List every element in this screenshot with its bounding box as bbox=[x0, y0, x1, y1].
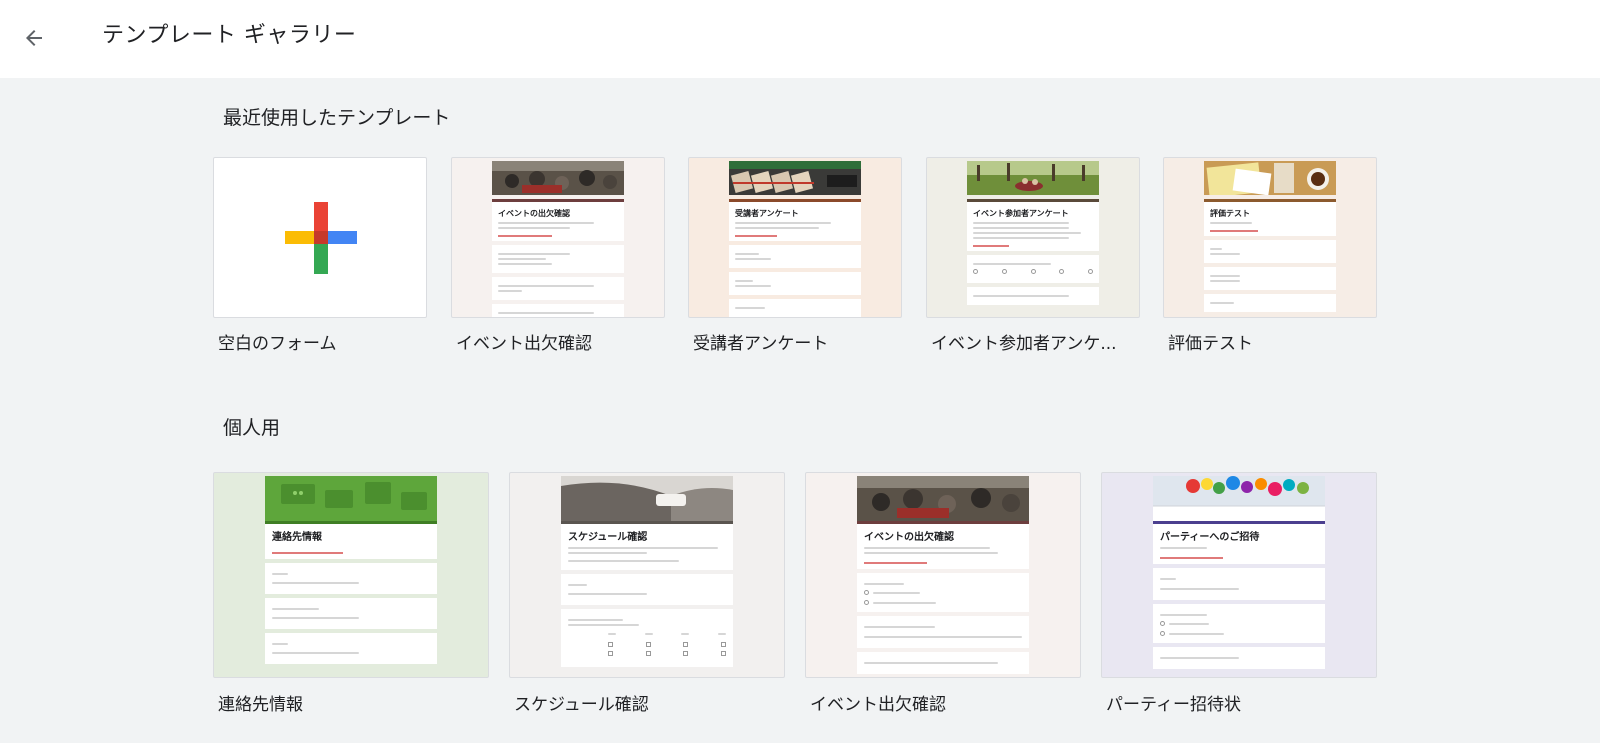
preview-title: 受講者アンケート bbox=[735, 209, 799, 218]
template-card-student-survey[interactable]: 受講者アンケート bbox=[688, 157, 902, 318]
form-preview: イベントの出欠確認 bbox=[857, 476, 1029, 674]
preview-title: イベントの出欠確認 bbox=[498, 209, 570, 218]
form-preview: 評価テスト bbox=[1204, 161, 1336, 312]
header-image bbox=[1204, 161, 1336, 198]
template-label-party-invitation[interactable]: パーティー招待状 bbox=[1106, 693, 1376, 717]
template-card-event-attendance[interactable]: イベントの出欠確認 bbox=[451, 157, 665, 318]
template-card-contact-info[interactable]: 連絡先情報 bbox=[213, 472, 489, 678]
preview-title: イベント参加者アンケート bbox=[973, 209, 1069, 218]
plus-icon bbox=[285, 202, 357, 274]
form-preview: スケジュール確認 bbox=[561, 476, 733, 667]
template-label-event-attendance[interactable]: イベント出欠確認 bbox=[456, 332, 666, 356]
template-label-schedule-confirm[interactable]: スケジュール確認 bbox=[514, 693, 784, 717]
header-image bbox=[561, 476, 733, 521]
template-card-blank[interactable] bbox=[213, 157, 427, 318]
header-image bbox=[729, 161, 861, 195]
header-image bbox=[1153, 476, 1325, 521]
template-card-event-attendance-personal[interactable]: イベントの出欠確認 bbox=[805, 472, 1081, 678]
template-label-contact-info[interactable]: 連絡先情報 bbox=[218, 693, 488, 717]
header-image bbox=[492, 161, 624, 195]
template-label-event-attendance-personal[interactable]: イベント出欠確認 bbox=[810, 693, 1080, 717]
section-title-recent: 最近使用したテンプレート bbox=[223, 107, 451, 129]
form-preview: パーティーへのご招待 bbox=[1153, 476, 1325, 669]
form-preview: 受講者アンケート bbox=[729, 161, 861, 317]
template-card-event-participant-survey[interactable]: イベント参加者アンケート bbox=[926, 157, 1140, 318]
header-image bbox=[857, 476, 1029, 521]
preview-title: 連絡先情報 bbox=[272, 532, 322, 543]
back-button[interactable] bbox=[14, 18, 54, 58]
template-label-blank[interactable]: 空白のフォーム bbox=[218, 332, 428, 356]
template-card-party-invitation[interactable]: パーティーへのご招待 bbox=[1101, 472, 1377, 678]
template-card-schedule-confirm[interactable]: スケジュール確認 bbox=[509, 472, 785, 678]
template-label-event-participant-survey[interactable]: イベント参加者アンケ... bbox=[931, 332, 1131, 356]
form-preview: 連絡先情報 bbox=[265, 476, 437, 664]
template-card-evaluation-test[interactable]: 評価テスト bbox=[1163, 157, 1377, 318]
form-preview: イベントの出欠確認 bbox=[492, 161, 624, 317]
header-image bbox=[265, 476, 437, 521]
section-title-personal: 個人用 bbox=[223, 417, 281, 439]
preview-title: パーティーへのご招待 bbox=[1160, 532, 1260, 543]
preview-title: スケジュール確認 bbox=[568, 532, 648, 543]
top-app-bar: テンプレート ギャラリー bbox=[0, 0, 1600, 78]
arrow-back-icon bbox=[26, 30, 42, 46]
form-preview: イベント参加者アンケート bbox=[967, 161, 1099, 305]
template-label-student-survey[interactable]: 受講者アンケート bbox=[693, 332, 903, 356]
preview-title: 評価テスト bbox=[1210, 209, 1250, 218]
page-title: テンプレート ギャラリー bbox=[102, 23, 357, 48]
template-label-evaluation-test[interactable]: 評価テスト bbox=[1168, 332, 1378, 356]
header-image bbox=[967, 161, 1099, 195]
preview-title: イベントの出欠確認 bbox=[864, 532, 954, 543]
